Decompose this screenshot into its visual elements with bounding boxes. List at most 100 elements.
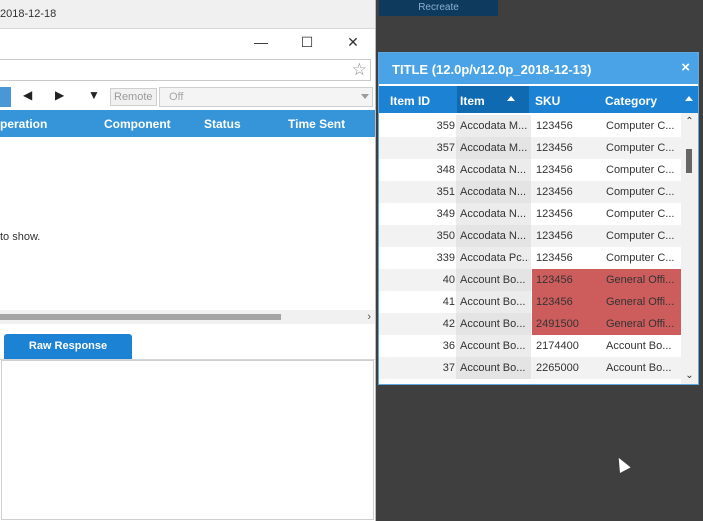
- title-strip: 2018-12-18: [0, 0, 375, 28]
- cell-item: Accodata M...: [460, 120, 528, 132]
- empty-message: to show.: [0, 231, 41, 243]
- popup-title: TITLE (12.0p/v12.0p_2018-12-13): [392, 62, 592, 77]
- dropdown-icon[interactable]: ▼: [88, 88, 100, 102]
- table-row[interactable]: 42 Account Bo... 2491500 General Offi...: [379, 313, 681, 335]
- cell-item-id: 40: [442, 274, 455, 286]
- scroll-up-header-icon[interactable]: [685, 96, 693, 101]
- cell-category: Computer C...: [606, 142, 675, 154]
- popup-titlebar: TITLE (12.0p/v12.0p_2018-12-13) ×: [379, 53, 698, 84]
- address-bar[interactable]: ☆: [0, 59, 371, 81]
- col-category[interactable]: Category: [605, 94, 657, 108]
- cell-item: Account Bo...: [460, 340, 526, 352]
- prev-icon[interactable]: ◀: [23, 88, 32, 102]
- remote-select-value: Off: [169, 91, 184, 103]
- cell-category: General Offi...: [606, 296, 675, 308]
- cell-item-id: 351: [436, 186, 455, 198]
- cell-sku: 123456: [536, 274, 573, 286]
- maximize-button[interactable]: ☐: [284, 29, 330, 55]
- recreate-tab[interactable]: Recreate: [379, 0, 498, 16]
- remote-select[interactable]: Off: [159, 87, 373, 107]
- cell-item: Account Bo...: [460, 318, 526, 330]
- col-status[interactable]: Status: [204, 117, 241, 131]
- tab-raw-response[interactable]: Raw Response: [4, 334, 132, 359]
- table-row[interactable]: 357 Accodata M... 123456 Computer C...: [379, 137, 681, 159]
- cell-category: Computer C...: [606, 208, 675, 220]
- cell-item-id: 359: [436, 120, 455, 132]
- table-row[interactable]: 40 Account Bo... 123456 General Offi...: [379, 269, 681, 291]
- cell-category: Computer C...: [606, 252, 675, 264]
- cell-category: Computer C...: [606, 120, 675, 132]
- table-row[interactable]: 349 Accodata N... 123456 Computer C...: [379, 203, 681, 225]
- col-component[interactable]: Component: [104, 117, 171, 131]
- cell-sku: 123456: [536, 186, 573, 198]
- close-button[interactable]: ✕: [330, 29, 375, 55]
- cell-item: Account Bo...: [460, 274, 526, 286]
- scroll-down-icon[interactable]: ⌄: [681, 370, 698, 381]
- col-time-sent[interactable]: Time Sent: [288, 117, 345, 131]
- close-icon[interactable]: ×: [681, 59, 690, 76]
- cell-sku: 2174400: [536, 340, 579, 352]
- cell-sku: 2265000: [536, 362, 579, 374]
- cell-item: Accodata N...: [460, 230, 527, 242]
- cell-item-id: 348: [436, 164, 455, 176]
- cell-item: Accodata M...: [460, 142, 528, 154]
- cell-item-id: 357: [436, 142, 455, 154]
- cell-category: General Offi...: [606, 274, 675, 286]
- cell-item-id: 349: [436, 208, 455, 220]
- horizontal-scrollbar[interactable]: ›: [0, 310, 375, 324]
- table-row[interactable]: 348 Accodata N... 123456 Computer C...: [379, 159, 681, 181]
- cell-item: Account Bo...: [460, 362, 526, 374]
- next-icon[interactable]: ▶: [55, 88, 64, 102]
- select-caret-icon: [361, 94, 369, 99]
- main-window: 2018-12-18 — ☐ ✕ ☆ ◀ ▶ ▼ Remote Off pera…: [0, 0, 376, 521]
- window-body: — ☐ ✕ ☆ ◀ ▶ ▼ Remote Off peration Compon…: [0, 28, 375, 521]
- cell-item-id: 37: [442, 362, 455, 374]
- table-row[interactable]: 351 Accodata N... 123456 Computer C...: [379, 181, 681, 203]
- sort-asc-icon: [507, 96, 515, 101]
- scroll-right-icon[interactable]: ›: [367, 310, 371, 324]
- cell-item: Accodata Pc...: [460, 252, 529, 264]
- col-item[interactable]: Item: [460, 94, 485, 108]
- cell-category: Computer C...: [606, 230, 675, 242]
- cell-item: Accodata N...: [460, 208, 527, 220]
- scroll-thumb[interactable]: [0, 314, 281, 320]
- cell-item: Accodata N...: [460, 186, 527, 198]
- cell-item-id: 41: [442, 296, 455, 308]
- cell-sku: 123456: [536, 120, 573, 132]
- vertical-scrollbar[interactable]: ⌃ ⌄: [681, 113, 698, 384]
- minimize-button[interactable]: —: [238, 29, 284, 55]
- remote-label: Remote: [110, 88, 157, 106]
- table-row[interactable]: 339 Accodata Pc... 123456 Computer C...: [379, 247, 681, 269]
- cell-item-id: 339: [436, 252, 455, 264]
- scroll-up-icon[interactable]: ⌃: [681, 116, 698, 127]
- grid-header: Item ID Item SKU Category: [379, 86, 698, 113]
- cell-sku: 2491500: [536, 318, 579, 330]
- cell-sku: 123456: [536, 208, 573, 220]
- scroll-thumb[interactable]: [686, 149, 692, 173]
- table-row[interactable]: 37 Account Bo... 2265000 Account Bo...: [379, 357, 681, 379]
- response-panel[interactable]: [1, 360, 374, 520]
- table-row[interactable]: 36 Account Bo... 2174400 Account Bo...: [379, 335, 681, 357]
- cell-item-id: 42: [442, 318, 455, 330]
- table-row[interactable]: 350 Accodata N... 123456 Computer C...: [379, 225, 681, 247]
- col-operation[interactable]: peration: [0, 117, 47, 131]
- log-table-header: peration Component Status Time Sent: [0, 110, 375, 137]
- title-date: 2018-12-18: [0, 8, 57, 20]
- grid-rows: 359 Accodata M... 123456 Computer C... 357 Ac…: [379, 115, 681, 379]
- star-icon[interactable]: ☆: [352, 60, 367, 80]
- window-controls: — ☐ ✕: [238, 29, 375, 55]
- table-row[interactable]: 41 Account Bo... 123456 General Offi...: [379, 291, 681, 313]
- cell-category: Account Bo...: [606, 340, 672, 352]
- cell-category: Computer C...: [606, 164, 675, 176]
- cell-category: Computer C...: [606, 186, 675, 198]
- cell-item: Account Bo...: [460, 296, 526, 308]
- table-row[interactable]: 359 Accodata M... 123456 Computer C...: [379, 115, 681, 137]
- cell-category: General Offi...: [606, 318, 675, 330]
- cell-item-id: 350: [436, 230, 455, 242]
- response-tabs: Raw Response: [0, 334, 375, 360]
- col-sku[interactable]: SKU: [535, 94, 560, 108]
- toolbar-active-button[interactable]: [0, 87, 11, 107]
- col-item-id[interactable]: Item ID: [390, 94, 430, 108]
- cell-sku: 123456: [536, 142, 573, 154]
- item-popup: TITLE (12.0p/v12.0p_2018-12-13) × Item I…: [378, 52, 699, 385]
